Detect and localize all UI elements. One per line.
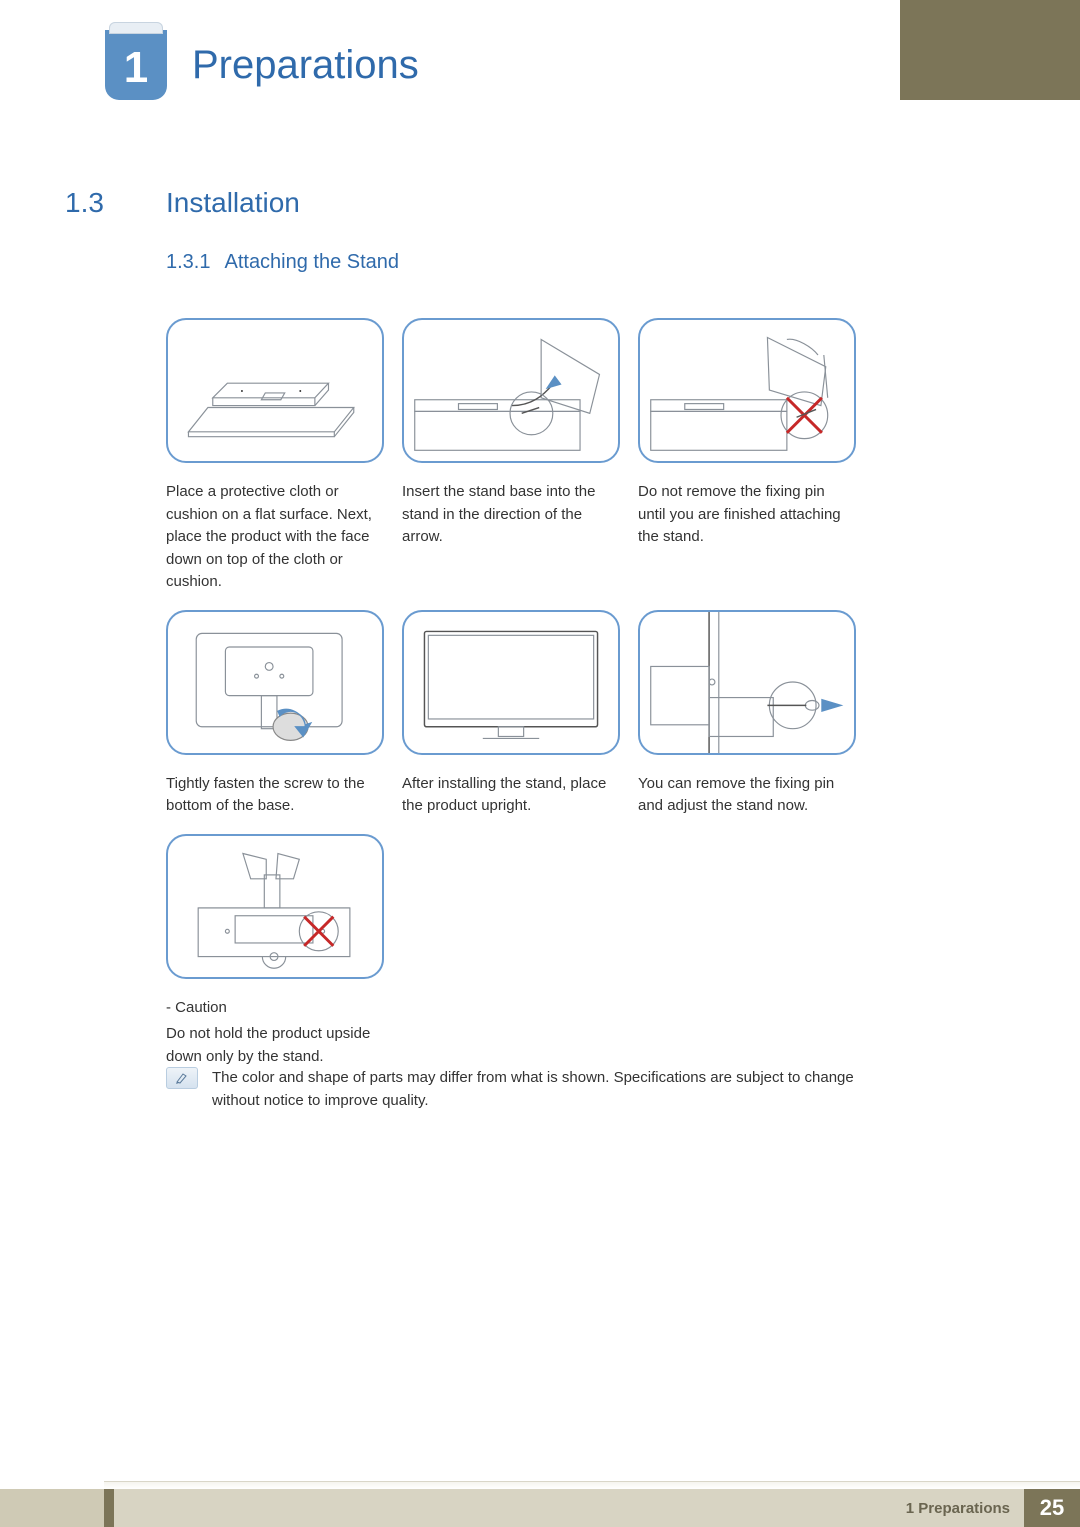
footer-section-label: 1 Preparations xyxy=(114,1489,1024,1527)
subsection-title: Attaching the Stand xyxy=(224,251,399,273)
note-row: The color and shape of parts may differ … xyxy=(166,1067,858,1112)
step-item: Do not remove the fixing pin until you a… xyxy=(638,318,856,594)
header-accent-strip xyxy=(900,0,1080,100)
note-icon xyxy=(166,1067,198,1089)
step-caption: Place a protective cloth or cushion on a… xyxy=(166,481,384,594)
subsection-number: 1.3.1 xyxy=(166,251,210,273)
step-illustration xyxy=(166,610,384,755)
subsection-heading: 1.3.1 Attaching the Stand xyxy=(166,251,399,274)
step-item: - Caution Do not hold the product upside… xyxy=(166,834,384,1069)
chapter-title: Preparations xyxy=(192,43,419,88)
caution-label: - Caution xyxy=(166,997,384,1020)
step-item: Tightly fasten the screw to the bottom o… xyxy=(166,610,384,818)
step-illustration xyxy=(402,610,620,755)
step-illustration xyxy=(166,834,384,979)
chapter-number: 1 xyxy=(124,40,148,90)
footer-bar: 1 Preparations 25 xyxy=(0,1489,1080,1527)
footer-accent xyxy=(104,1489,114,1527)
section-title: Installation xyxy=(166,187,300,219)
step-illustration xyxy=(638,318,856,463)
note-text: The color and shape of parts may differ … xyxy=(212,1067,858,1112)
step-caption: Do not remove the fixing pin until you a… xyxy=(638,481,856,549)
step-illustration xyxy=(638,610,856,755)
steps-grid: Place a protective cloth or cushion on a… xyxy=(166,318,858,1068)
step-caption: After installing the stand, place the pr… xyxy=(402,773,620,818)
section-number: 1.3 xyxy=(65,187,104,219)
footer-left-block xyxy=(0,1489,104,1527)
step-illustration xyxy=(166,318,384,463)
step-item: Insert the stand base into the stand in … xyxy=(402,318,620,594)
step-item: Place a protective cloth or cushion on a… xyxy=(166,318,384,594)
step-caption: Insert the stand base into the stand in … xyxy=(402,481,620,549)
footer-rule xyxy=(104,1481,1080,1489)
caution-text: Do not hold the product upside down only… xyxy=(166,1023,384,1068)
step-caption: - Caution Do not hold the product upside… xyxy=(166,997,384,1069)
chapter-number-badge: 1 xyxy=(105,30,167,100)
step-caption: You can remove the fixing pin and adjust… xyxy=(638,773,856,818)
step-item: After installing the stand, place the pr… xyxy=(402,610,620,818)
step-caption: Tightly fasten the screw to the bottom o… xyxy=(166,773,384,818)
step-item: You can remove the fixing pin and adjust… xyxy=(638,610,856,818)
footer-page-number: 25 xyxy=(1024,1489,1080,1527)
step-illustration xyxy=(402,318,620,463)
